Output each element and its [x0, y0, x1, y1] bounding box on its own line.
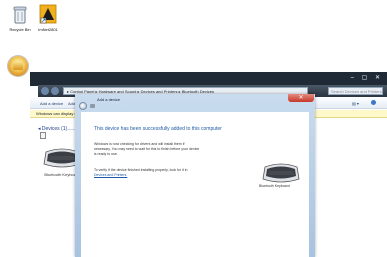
desktop-icon-label: ImNet2801	[38, 27, 58, 32]
dialog-back-button[interactable]	[79, 102, 87, 110]
search-input[interactable]: Search Devices and Printers	[328, 87, 383, 95]
keyboard-icon	[262, 163, 300, 183]
recycle-bin-icon	[13, 6, 27, 24]
status-text-line-3: is ready to use.	[94, 152, 118, 156]
window-controls[interactable]: – ▢ ✕	[351, 74, 383, 81]
add-device-button[interactable]: Add a device	[40, 101, 63, 106]
dialog-content: This device has been successfully added …	[81, 112, 309, 257]
view-options-button[interactable]: ▤ ▾	[352, 101, 359, 106]
success-heading: This device has been successfully added …	[94, 126, 222, 132]
add-device-dialog: Add a device ✕ This device has been succ…	[75, 94, 315, 257]
start-orb-icon[interactable]	[8, 56, 28, 76]
desktop-icon-imnet[interactable]: ImNet2801	[30, 4, 66, 32]
desktop: Recycle Bin ImNet2801 – ▢ ✕ ▸ Control Pa…	[0, 0, 387, 257]
back-button[interactable]	[41, 87, 49, 95]
add-device-icon	[90, 104, 95, 108]
close-button[interactable]: ✕	[288, 94, 314, 102]
shortcut-icon	[39, 4, 57, 24]
help-icon[interactable]	[371, 100, 376, 105]
device-small-icon	[40, 132, 46, 139]
forward-button[interactable]	[51, 87, 59, 95]
dialog-device-label: Bluetooth Keyboard	[259, 184, 290, 188]
explorer-titlebar[interactable]: – ▢ ✕	[30, 72, 387, 86]
devices-and-printers-link[interactable]: Devices and Printers.	[94, 173, 127, 177]
dialog-title: Add a device	[97, 97, 121, 102]
